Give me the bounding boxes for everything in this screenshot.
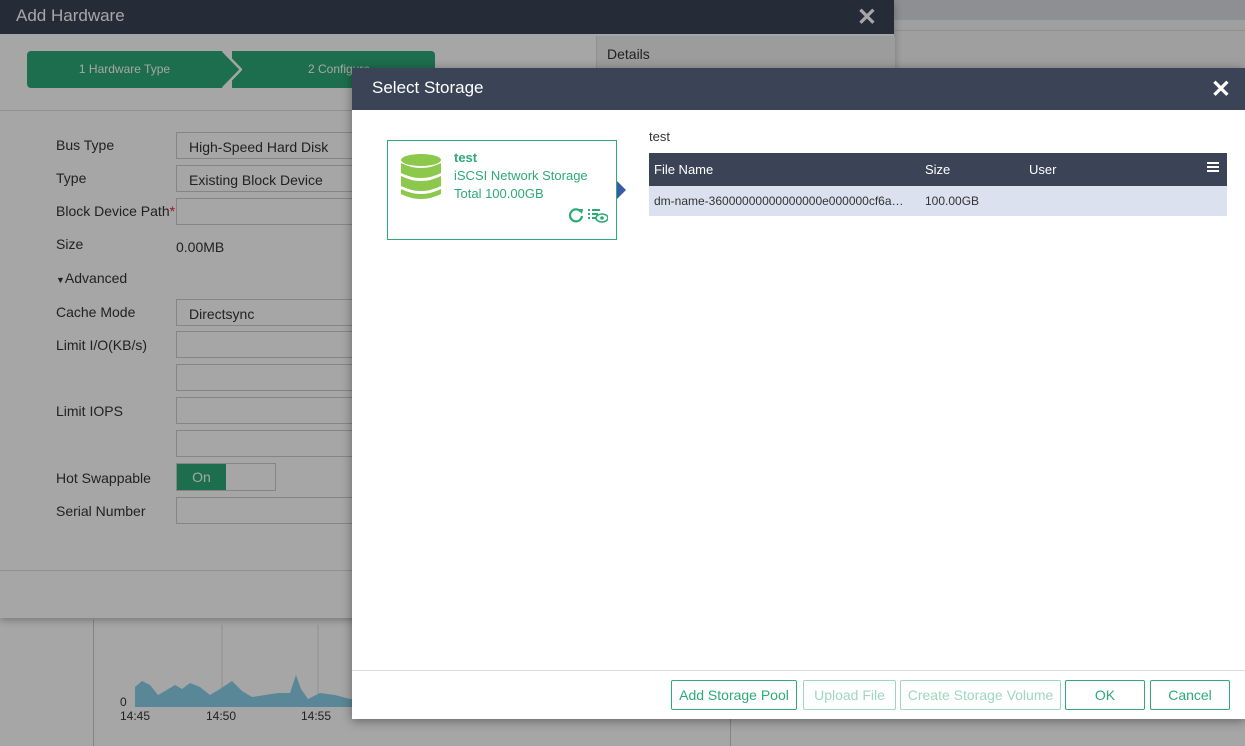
create-storage-volume-button[interactable]: Create Storage Volume <box>900 680 1061 710</box>
column-menu-icon[interactable] <box>1207 161 1219 173</box>
cell-file-name: dm-name-36000000000000000e000000cf6a… <box>654 194 904 208</box>
table-header: File Name Size User <box>649 153 1227 186</box>
table-row[interactable]: dm-name-36000000000000000e000000cf6a… 10… <box>649 186 1227 216</box>
close-icon[interactable]: ✕ <box>1211 75 1231 104</box>
divider <box>352 670 1245 671</box>
storage-pool-card[interactable]: test iSCSI Network Storage Total 100.00G… <box>387 140 617 240</box>
refresh-icon[interactable] <box>568 207 584 223</box>
column-file-name[interactable]: File Name <box>654 162 713 177</box>
cancel-button[interactable]: Cancel <box>1150 680 1230 710</box>
selected-pointer-icon <box>617 181 626 199</box>
ok-button[interactable]: OK <box>1065 680 1145 710</box>
pool-name: test <box>454 150 478 165</box>
select-storage-dialog: Select Storage ✕ test iSCSI Network Stor… <box>352 68 1245 719</box>
view-details-icon[interactable] <box>588 207 608 223</box>
pool-title: test <box>649 129 670 144</box>
upload-file-button[interactable]: Upload File <box>803 680 896 710</box>
cell-size: 100.00GB <box>925 194 980 208</box>
add-storage-pool-button[interactable]: Add Storage Pool <box>671 680 797 710</box>
column-size[interactable]: Size <box>925 162 950 177</box>
database-icon <box>401 154 441 199</box>
select-storage-header: Select Storage ✕ <box>352 68 1245 110</box>
pool-total: Total 100.00GB <box>454 186 544 201</box>
select-storage-title: Select Storage <box>372 78 484 97</box>
pool-type: iSCSI Network Storage <box>454 168 588 183</box>
file-table: File Name Size User dm-name-360000000000… <box>649 153 1227 216</box>
column-user[interactable]: User <box>1029 162 1056 177</box>
